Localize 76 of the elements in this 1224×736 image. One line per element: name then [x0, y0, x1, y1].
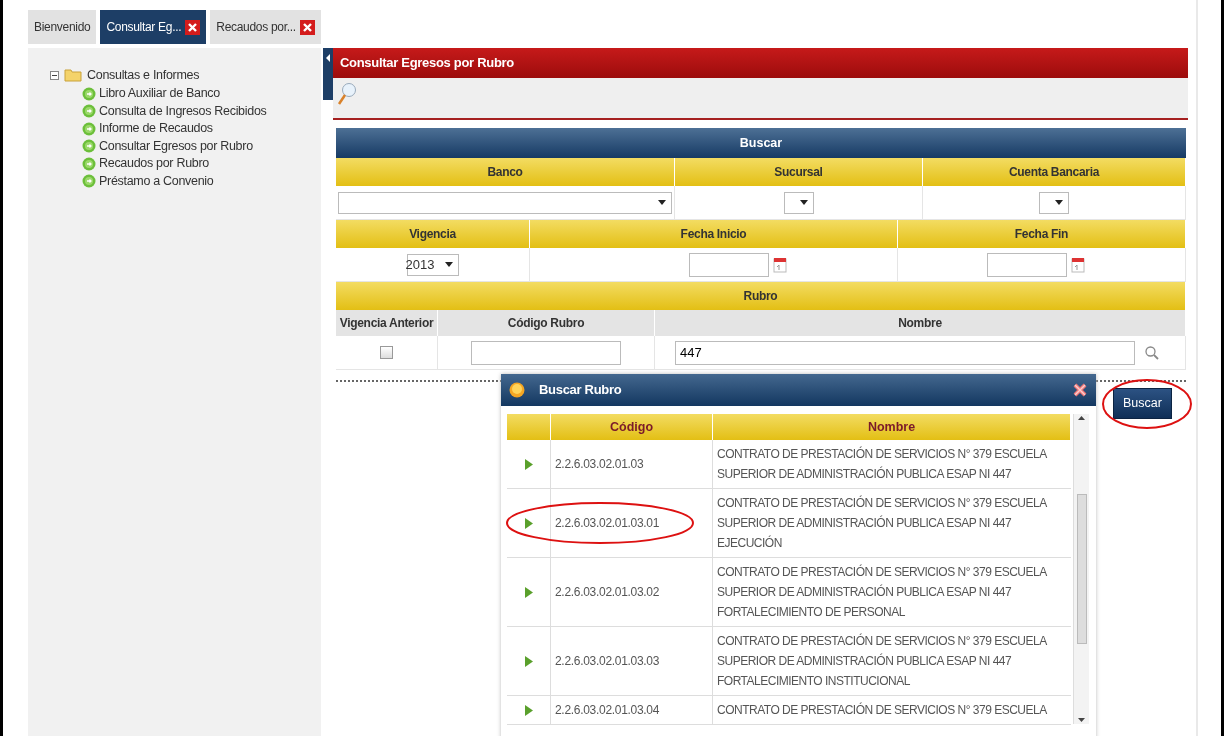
dropdown[interactable] [1039, 191, 1069, 214]
table-cell-text: CONTRATO DE PRESTACIÓN DE SERVICIOS N° 379 ESCUELA SUPERIOR DE ADMINISTRACIÓN PUBLICA ESAP NI 447 FORTALECIMIENTO DE PERSONAL [716, 563, 1048, 621]
tab[interactable]: Bienvenido [28, 10, 97, 44]
tree-item[interactable]: Consulta de Ingresos Recibidos [99, 101, 267, 121]
scrollbar[interactable] [1073, 414, 1089, 724]
play-icon[interactable] [524, 458, 533, 470]
tree-item[interactable]: Consultar Egresos por Rubro [99, 136, 253, 156]
info-icon [509, 382, 525, 398]
date-field[interactable] [987, 252, 1067, 277]
play-icon[interactable] [524, 704, 533, 716]
caret-icon[interactable] [658, 200, 666, 205]
tree-item[interactable]: Informe de Recaudos [99, 119, 213, 138]
text-field[interactable] [471, 340, 621, 365]
group-header: Rubro [336, 282, 1186, 310]
table-cell-text: CONTRATO DE PRESTACIÓN DE SERVICIOS N° 379 ESCUELA SUPERIOR DE ADMINISTRACIÓN PUBLICA ESAP NI 447 FORTALECIMIENTO INSTITUCIONAL [716, 632, 1048, 690]
calendar-icon[interactable] [773, 256, 787, 273]
tab[interactable]: Consultar Eg... [100, 10, 207, 44]
section-header: Buscar [336, 128, 1186, 158]
table-cell: 2.2.6.03.02.01.03.01 [551, 489, 713, 557]
column-header: Fecha Inicio [530, 220, 898, 248]
arrow-circle-icon [82, 86, 96, 101]
date-field[interactable] [689, 252, 769, 277]
table-cell-text: CONTRATO DE PRESTACIÓN DE SERVICIOS N° 379 ESCUELA SUPERIOR DE ADMINISTRACIÓN PUBLICA ESAP NI 447 [716, 445, 1048, 483]
search-icon[interactable] [1145, 345, 1159, 360]
play-icon[interactable] [524, 517, 533, 529]
table-cell: 2.2.6.03.02.01.03 [551, 440, 713, 488]
arrow-circle-icon [82, 174, 96, 188]
column-header: Vigencia [336, 220, 530, 248]
column-header: Nombre [655, 310, 1186, 336]
table-cell: 2.2.6.03.02.01.03.03 [551, 627, 713, 695]
dropdown-value: 2013 [405, 255, 435, 274]
caret-icon[interactable] [1055, 200, 1063, 205]
caret-icon[interactable] [444, 262, 453, 267]
close-icon[interactable] [185, 19, 201, 35]
table-cell: 2.2.6.03.02.01.03.04 [551, 696, 713, 724]
search-field[interactable]: 447 [675, 340, 1135, 365]
tab[interactable]: Recaudos por... [210, 10, 321, 44]
collapse-icon[interactable] [50, 70, 59, 80]
scroll-up-icon[interactable] [1078, 416, 1085, 420]
column-header: Vigencia Anterior [336, 310, 438, 336]
column-header: Sucursal [675, 158, 923, 186]
dialog-title: Buscar Rubro [539, 381, 623, 400]
folder-icon [64, 68, 82, 83]
collapse-handle[interactable] [323, 48, 333, 100]
checkbox[interactable] [380, 346, 393, 359]
play-icon[interactable] [524, 586, 533, 598]
tree-item[interactable]: Recaudos por Rubro [99, 154, 209, 173]
search-button[interactable]: Buscar [1113, 388, 1172, 419]
tree-node[interactable]: Consultas e Informes [87, 66, 200, 85]
column-header: Código [551, 414, 713, 440]
table-cell-text: CONTRATO DE PRESTACIÓN DE SERVICIOS N° 379 ESCUELA SUPERIOR DE ADMINISTRACIÓN PUBLICA ESAP NI 447 EJECUCIÓN [716, 494, 1048, 552]
column-header: Banco [336, 158, 675, 186]
tree-item[interactable]: Préstamo a Convenio [99, 171, 214, 191]
close-icon[interactable] [299, 19, 315, 35]
column-header: Nombre [713, 414, 1071, 440]
caret-icon[interactable] [799, 200, 808, 205]
arrow-circle-icon [82, 104, 96, 118]
arrow-circle-icon [82, 121, 96, 136]
column-header: Código Rubro [438, 310, 655, 336]
close-icon[interactable] [1072, 382, 1088, 398]
calendar-icon[interactable] [1071, 256, 1085, 273]
play-icon[interactable] [524, 655, 533, 667]
dropdown[interactable]: 2013 [406, 253, 459, 276]
search-icon[interactable] [337, 82, 357, 106]
tree-item[interactable]: Libro Auxiliar de Banco [99, 84, 220, 103]
panel-title: Consultar Egresos por Rubro [333, 48, 1188, 78]
table-cell-text: CONTRATO DE PRESTACIÓN DE SERVICIOS N° 379 ESCUELA [716, 701, 1048, 719]
column-header: Cuenta Bancaria [923, 158, 1186, 186]
table-cell: 2.2.6.03.02.01.03.02 [551, 558, 713, 626]
scroll-thumb[interactable] [1076, 494, 1087, 644]
arrow-circle-icon [82, 139, 96, 153]
arrow-circle-icon [82, 156, 96, 171]
collapse-arrow-icon[interactable] [325, 53, 331, 63]
column-header: Fecha Fin [898, 220, 1186, 248]
dropdown[interactable] [783, 191, 814, 214]
scroll-down-icon[interactable] [1078, 718, 1085, 722]
